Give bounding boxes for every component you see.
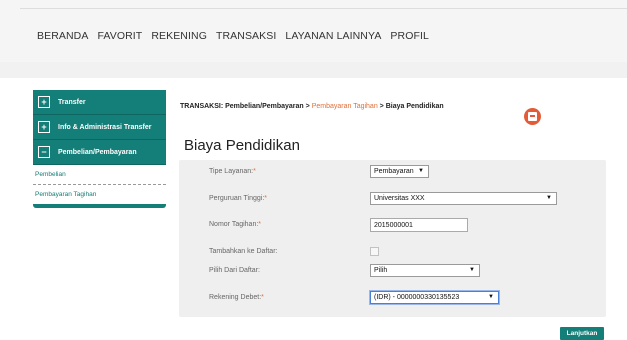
sidebar-item-info-administrasi[interactable]: + Info & Administrasi Transfer <box>33 115 166 140</box>
row-perguruan-tinggi: Perguruan Tinggi:* Universitas XXX ▼ <box>179 192 606 208</box>
sidebar-item-pembelian-pembayaran[interactable]: − Pembelian/Pembayaran <box>33 140 166 165</box>
label-rekening-debet: Rekening Debet:* <box>209 294 264 301</box>
nav-beranda[interactable]: BERANDA <box>37 30 88 42</box>
tipe-layanan-select[interactable]: Pembayaran ▼ <box>370 165 429 178</box>
page-title: Biaya Pendidikan <box>184 137 300 154</box>
sidebar: + Transfer + Info & Administrasi Transfe… <box>33 90 166 208</box>
nomor-tagihan-value: 2015000001 <box>374 221 413 229</box>
sidebar-subitem-pembelian[interactable]: Pembelian <box>33 165 166 185</box>
breadcrumb-prefix: TRANSAKSI: Pembelian/Pembayaran > <box>180 103 312 110</box>
header-band <box>0 62 627 78</box>
breadcrumb-current: > Biaya Pendidikan <box>377 103 444 110</box>
perguruan-tinggi-value: Universitas XXX <box>374 195 425 202</box>
row-pilih-daftar: Pilih Dari Daftar: Pilih ▼ <box>179 264 606 280</box>
nav-layanan-lainnya[interactable]: LAYANAN LAINNYA <box>285 30 381 42</box>
tambahkan-daftar-checkbox[interactable] <box>370 247 379 256</box>
nav-transaksi[interactable]: TRANSAKSI <box>216 30 276 42</box>
label-tipe-layanan: Tipe Layanan:* <box>209 168 256 175</box>
rekening-debet-select[interactable]: (IDR) - 0000000330135523 ▼ <box>370 291 499 304</box>
rekening-debet-value: (IDR) - 0000000330135523 <box>374 294 460 301</box>
main-nav: BERANDA FAVORIT REKENING TRANSAKSI LAYAN… <box>37 30 438 42</box>
pilih-daftar-value: Pilih <box>374 267 388 274</box>
row-rekening-debet: Rekening Debet:* (IDR) - 000000033013552… <box>179 291 606 307</box>
breadcrumb-link-pembayaran-tagihan[interactable]: Pembayaran Tagihan <box>312 103 378 110</box>
tipe-layanan-value: Pembayaran <box>374 168 414 175</box>
label-perguruan-tinggi: Perguruan Tinggi:* <box>209 195 267 202</box>
sidebar-item-label: Transfer <box>58 98 86 106</box>
nomor-tagihan-input[interactable]: 2015000001 <box>370 218 468 232</box>
label-nomor-tagihan: Nomor Tagihan:* <box>209 221 262 228</box>
label-pilih-daftar: Pilih Dari Daftar: <box>209 267 260 274</box>
nav-profil[interactable]: PROFIL <box>390 30 429 42</box>
row-nomor-tagihan: Nomor Tagihan:* 2015000001 <box>179 218 606 234</box>
top-bar: BERANDA FAVORIT REKENING TRANSAKSI LAYAN… <box>0 0 627 63</box>
sidebar-item-label: Pembelian/Pembayaran <box>58 148 137 156</box>
perguruan-tinggi-select[interactable]: Universitas XXX ▼ <box>370 192 557 205</box>
row-tambahkan-daftar: Tambahkan ke Daftar: <box>179 245 606 261</box>
print-button[interactable] <box>524 108 541 125</box>
row-tipe-layanan: Tipe Layanan:* Pembayaran ▼ <box>179 165 606 181</box>
label-tambahkan-daftar: Tambahkan ke Daftar: <box>209 248 278 255</box>
payment-form: Tipe Layanan:* Pembayaran ▼ Perguruan Ti… <box>179 160 606 317</box>
sidebar-item-transfer[interactable]: + Transfer <box>33 90 166 115</box>
dropdown-arrow-icon: ▼ <box>546 195 552 201</box>
top-divider <box>20 8 627 9</box>
lanjutkan-button[interactable]: Lanjutkan <box>560 327 604 340</box>
nav-favorit[interactable]: FAVORIT <box>97 30 142 42</box>
sidebar-item-label: Info & Administrasi Transfer <box>58 123 152 131</box>
expand-plus-icon: + <box>38 121 50 133</box>
expand-plus-icon: + <box>38 96 50 108</box>
dropdown-arrow-icon: ▼ <box>418 168 424 174</box>
breadcrumb: TRANSAKSI: Pembelian/Pembayaran > Pembay… <box>180 103 444 110</box>
collapse-minus-icon: − <box>38 146 50 158</box>
dropdown-arrow-icon: ▼ <box>488 294 494 300</box>
printer-icon <box>528 112 537 121</box>
sidebar-subitem-pembayaran-tagihan[interactable]: Pembayaran Tagihan <box>33 185 166 204</box>
pilih-daftar-select[interactable]: Pilih ▼ <box>370 264 480 277</box>
sidebar-bottom-edge <box>33 204 166 208</box>
nav-rekening[interactable]: REKENING <box>151 30 207 42</box>
dropdown-arrow-icon: ▼ <box>469 267 475 273</box>
